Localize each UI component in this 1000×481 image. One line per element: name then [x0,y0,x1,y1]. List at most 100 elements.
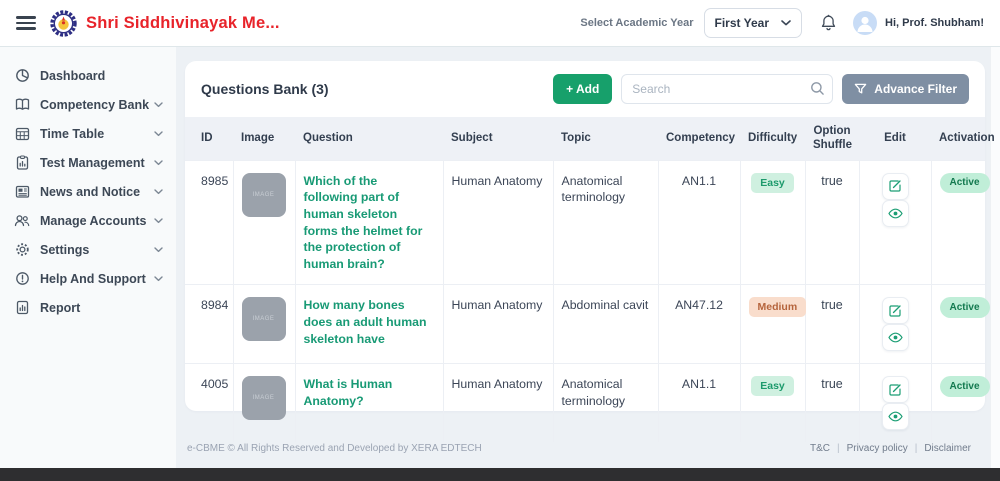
chevron-down-icon [154,101,163,108]
vertical-scrollbar[interactable] [990,47,1000,468]
edit-button[interactable] [881,172,909,200]
col-edit: Edit [884,132,906,145]
footer-link-privacy[interactable]: Privacy policy [847,443,908,454]
brand-title: Shri Siddhivinayak Me... [86,13,280,32]
cell-image: IMAGE [233,159,296,285]
sidebar-item-help-and-support[interactable]: Help And Support [0,264,176,293]
col-difficulty: Difficulty [748,132,798,145]
cell-competency: AN47.12 [658,284,741,364]
page-footer: e-CBME © All Rights Reserved and Develop… [185,443,985,454]
difficulty-badge: Easy [751,376,794,397]
cell-id: 8985 [185,159,234,285]
cell-activation: Active [931,284,990,364]
notification-bell-icon[interactable] [820,14,837,32]
activation-badge[interactable]: Active [939,297,990,318]
col-question: Question [303,132,353,145]
sidebar-item-competency-bank[interactable]: Competency Bank [0,90,176,119]
search-icon [810,81,825,101]
cell-difficulty: Medium [740,284,807,364]
sidebar-item-report[interactable]: Report [0,293,176,322]
difficulty-badge: Medium [748,297,807,318]
chevron-down-icon [154,217,163,224]
chevron-down-icon [781,20,791,26]
user-avatar[interactable] [853,11,877,35]
eye-icon [887,411,903,422]
question-image-thumbnail[interactable]: IMAGE [241,376,286,421]
question-image-thumbnail[interactable]: IMAGE [241,172,286,217]
cell-edit [859,363,932,443]
cell-option-shuffle: true [805,159,860,285]
footer-separator: | [914,443,918,454]
cell-id: 8984 [185,284,234,364]
cell-topic: Abdominal cavit [553,284,659,364]
app-window: Shri Siddhivinayak Me... Select Academic… [0,0,1000,481]
col-image: Image [241,132,275,145]
activation-badge[interactable]: Active [939,376,990,397]
main-content: Questions Bank (3) + Add Advance Filter [176,47,1000,468]
footer-link-tc[interactable]: T&C [810,443,830,454]
clipboard-chart-icon [14,155,30,170]
cell-id: 4005 [185,363,234,443]
bottom-dark-bar [0,468,1000,481]
cell-image: IMAGE [233,284,296,364]
sidebar-item-test-management[interactable]: Test Management [0,148,176,177]
difficulty-badge: Easy [751,172,794,193]
activation-badge[interactable]: Active [939,172,990,194]
view-button[interactable] [881,324,909,352]
col-competency: Competency [666,132,736,145]
question-image-thumbnail[interactable]: IMAGE [241,297,286,342]
pencil-square-icon [889,180,901,192]
copyright-text: e-CBME © All Rights Reserved and Develop… [187,443,482,454]
cell-activation: Active [931,363,990,443]
users-icon [14,213,30,228]
newspaper-icon [14,184,30,199]
cell-topic: Anatomical terminology [553,363,659,443]
table-row: 4005 IMAGE What is Human Anatomy? Human … [185,363,990,443]
cell-option-shuffle: true [805,363,860,443]
cell-subject: Human Anatomy [443,363,554,443]
cell-option-shuffle: true [805,284,860,364]
sidebar-nav: Dashboard Competency Bank Time Table Tes… [0,47,176,468]
book-icon [14,97,30,112]
sidebar-item-dashboard[interactable]: Dashboard [0,61,176,90]
cell-difficulty: Easy [740,363,806,443]
sidebar-item-news-and-notice[interactable]: News and Notice [0,177,176,206]
sidebar-item-manage-accounts[interactable]: Manage Accounts [0,206,176,235]
question-link[interactable]: How many bones does an adult human skele… [304,297,435,347]
questions-table: ID Image Question Subject Topic Competen… [185,117,995,443]
report-icon [14,300,30,315]
add-button[interactable]: + Add [553,74,613,104]
chevron-down-icon [154,130,163,137]
chevron-down-icon [154,159,163,166]
question-link[interactable]: Which of the following part of human ske… [304,173,435,273]
search-input[interactable] [621,74,834,104]
footer-separator: | [836,443,840,454]
view-button[interactable] [881,403,909,431]
hamburger-menu-icon[interactable] [16,16,36,30]
sidebar-item-time-table[interactable]: Time Table [0,119,176,148]
cell-topic: Anatomical terminology [553,159,659,285]
cell-question: What is Human Anatomy? [295,363,444,443]
cell-image: IMAGE [233,363,296,443]
pencil-square-icon [889,305,901,317]
questions-bank-card: Questions Bank (3) + Add Advance Filter [185,61,995,443]
cell-competency: AN1.1 [658,363,741,443]
footer-link-disclaimer[interactable]: Disclaimer [924,443,971,454]
question-link[interactable]: What is Human Anatomy? [304,376,435,409]
advance-filter-button[interactable]: Advance Filter [842,74,969,104]
view-button[interactable] [881,199,909,227]
chevron-down-icon [154,188,163,195]
sidebar-item-settings[interactable]: Settings [0,235,176,264]
cell-edit [859,284,932,364]
academic-year-label: Select Academic Year [580,17,694,29]
edit-button[interactable] [881,376,909,404]
table-header-row: ID Image Question Subject Topic Competen… [185,117,995,161]
cell-difficulty: Easy [740,159,806,285]
academic-year-select[interactable]: First Year [703,8,802,38]
edit-button[interactable] [881,297,909,325]
col-id: ID [201,132,213,145]
cell-question: How many bones does an adult human skele… [295,284,444,364]
calendar-icon [14,126,30,141]
col-topic: Topic [561,132,591,145]
top-header: Shri Siddhivinayak Me... Select Academic… [0,0,1000,47]
